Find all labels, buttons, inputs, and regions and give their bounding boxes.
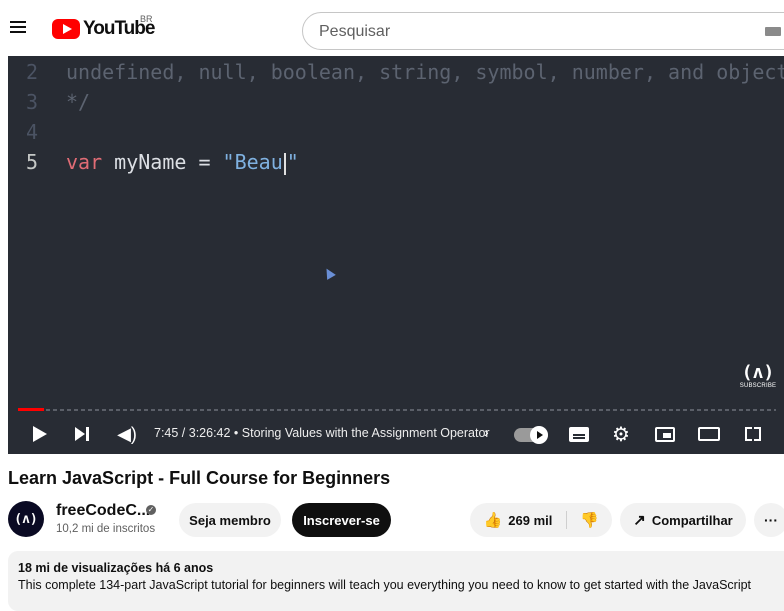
code-text: undefined, null, boolean, string, symbol… — [66, 60, 784, 84]
watermark-label: SUBSCRIBE — [739, 383, 777, 389]
share-label: Compartilhar — [651, 512, 733, 528]
like-count: 269 mil — [508, 512, 553, 528]
thumbs-down-icon: 👎 — [580, 512, 599, 529]
volume-icon[interactable]: ◀) — [114, 420, 140, 448]
line-number: 2 — [26, 60, 39, 84]
code-token: " — [286, 150, 299, 174]
thumbs-up-icon: 👍 — [483, 512, 503, 529]
top-bar: YouTube BR — [0, 0, 784, 56]
share-arrow-icon: ↗ — [633, 512, 646, 529]
theater-mode-button[interactable] — [696, 420, 722, 448]
channel-avatar[interactable]: (ʌ) — [8, 501, 44, 537]
theater-icon — [698, 427, 720, 441]
video-player[interactable]: 2 undefined, null, boolean, string, symbo… — [8, 56, 784, 454]
mouse-pointer-icon — [322, 266, 336, 280]
next-icon — [75, 427, 85, 441]
settings-gear-icon[interactable]: ⚙ — [608, 420, 634, 448]
search-box[interactable] — [302, 12, 784, 50]
code-token: undefined, null, boolean, string, symbol… — [66, 60, 784, 84]
fullscreen-button[interactable] — [740, 420, 766, 448]
code-token: var — [66, 150, 103, 174]
text-caret — [283, 152, 286, 175]
code-token: */ — [66, 90, 91, 114]
autoplay-play-icon — [530, 426, 548, 444]
description-box[interactable]: 18 mi de visualizações há 6 anos This co… — [8, 551, 784, 611]
subscribe-button[interactable]: Inscrever-se — [292, 503, 391, 537]
chapter-arrow-icon[interactable]: › — [484, 424, 489, 440]
hamburger-menu-icon[interactable] — [10, 21, 26, 34]
more-actions-button[interactable]: ··· — [754, 503, 784, 537]
fullscreen-icon — [745, 427, 761, 441]
subtitles-button[interactable] — [566, 420, 592, 448]
subscriber-count: 10,2 mi de inscritos — [56, 523, 156, 535]
line-number: 3 — [26, 90, 39, 114]
region-code: BR — [140, 14, 153, 24]
channel-watermark[interactable]: (ʌ) SUBSCRIBE — [738, 362, 778, 389]
keyboard-icon[interactable] — [765, 27, 781, 36]
search-input[interactable] — [317, 21, 741, 43]
video-title: Learn JavaScript - Full Course for Begin… — [8, 468, 391, 488]
join-membership-button[interactable]: Seja membro — [179, 503, 281, 537]
code-text: var myName = "Beau " — [66, 150, 299, 175]
progress-track — [18, 409, 776, 411]
subtitles-icon — [569, 426, 589, 442]
next-video-button[interactable] — [70, 420, 94, 448]
player-controls: ◀) 7:45 / 3:26:42 • Storing Values with … — [8, 416, 784, 454]
line-number: 5 — [26, 150, 39, 174]
share-button[interactable]: ↗ Compartilhar — [620, 503, 746, 537]
youtube-play-icon — [52, 19, 80, 39]
progress-played — [18, 408, 45, 411]
view-count-and-date: 18 mi de visualizações há 6 anos — [18, 561, 214, 575]
verified-check-icon: ✓ — [146, 505, 156, 515]
miniplayer-icon — [655, 426, 675, 442]
code-text: */ — [66, 90, 90, 114]
time-and-chapter: 7:45 / 3:26:42 • Storing Values with the… — [154, 426, 490, 440]
play-button[interactable] — [28, 420, 52, 448]
freecodecamp-logo-icon: (ʌ) — [741, 362, 775, 383]
channel-name-link[interactable]: freeCodeC... — [56, 502, 150, 520]
progress-bar[interactable] — [18, 408, 776, 412]
code-token: myName = — [102, 150, 223, 174]
like-dislike-group: 👍 269 mil 👎 — [470, 503, 612, 537]
miniplayer-button[interactable] — [652, 420, 678, 448]
line-number: 4 — [26, 120, 39, 144]
code-token: "Beau — [222, 150, 283, 174]
dislike-button[interactable]: 👎 — [567, 503, 612, 537]
like-button[interactable]: 👍 269 mil — [470, 503, 566, 537]
description-text: This complete 134-part JavaScript tutori… — [18, 578, 752, 592]
autoplay-toggle[interactable] — [514, 426, 548, 444]
